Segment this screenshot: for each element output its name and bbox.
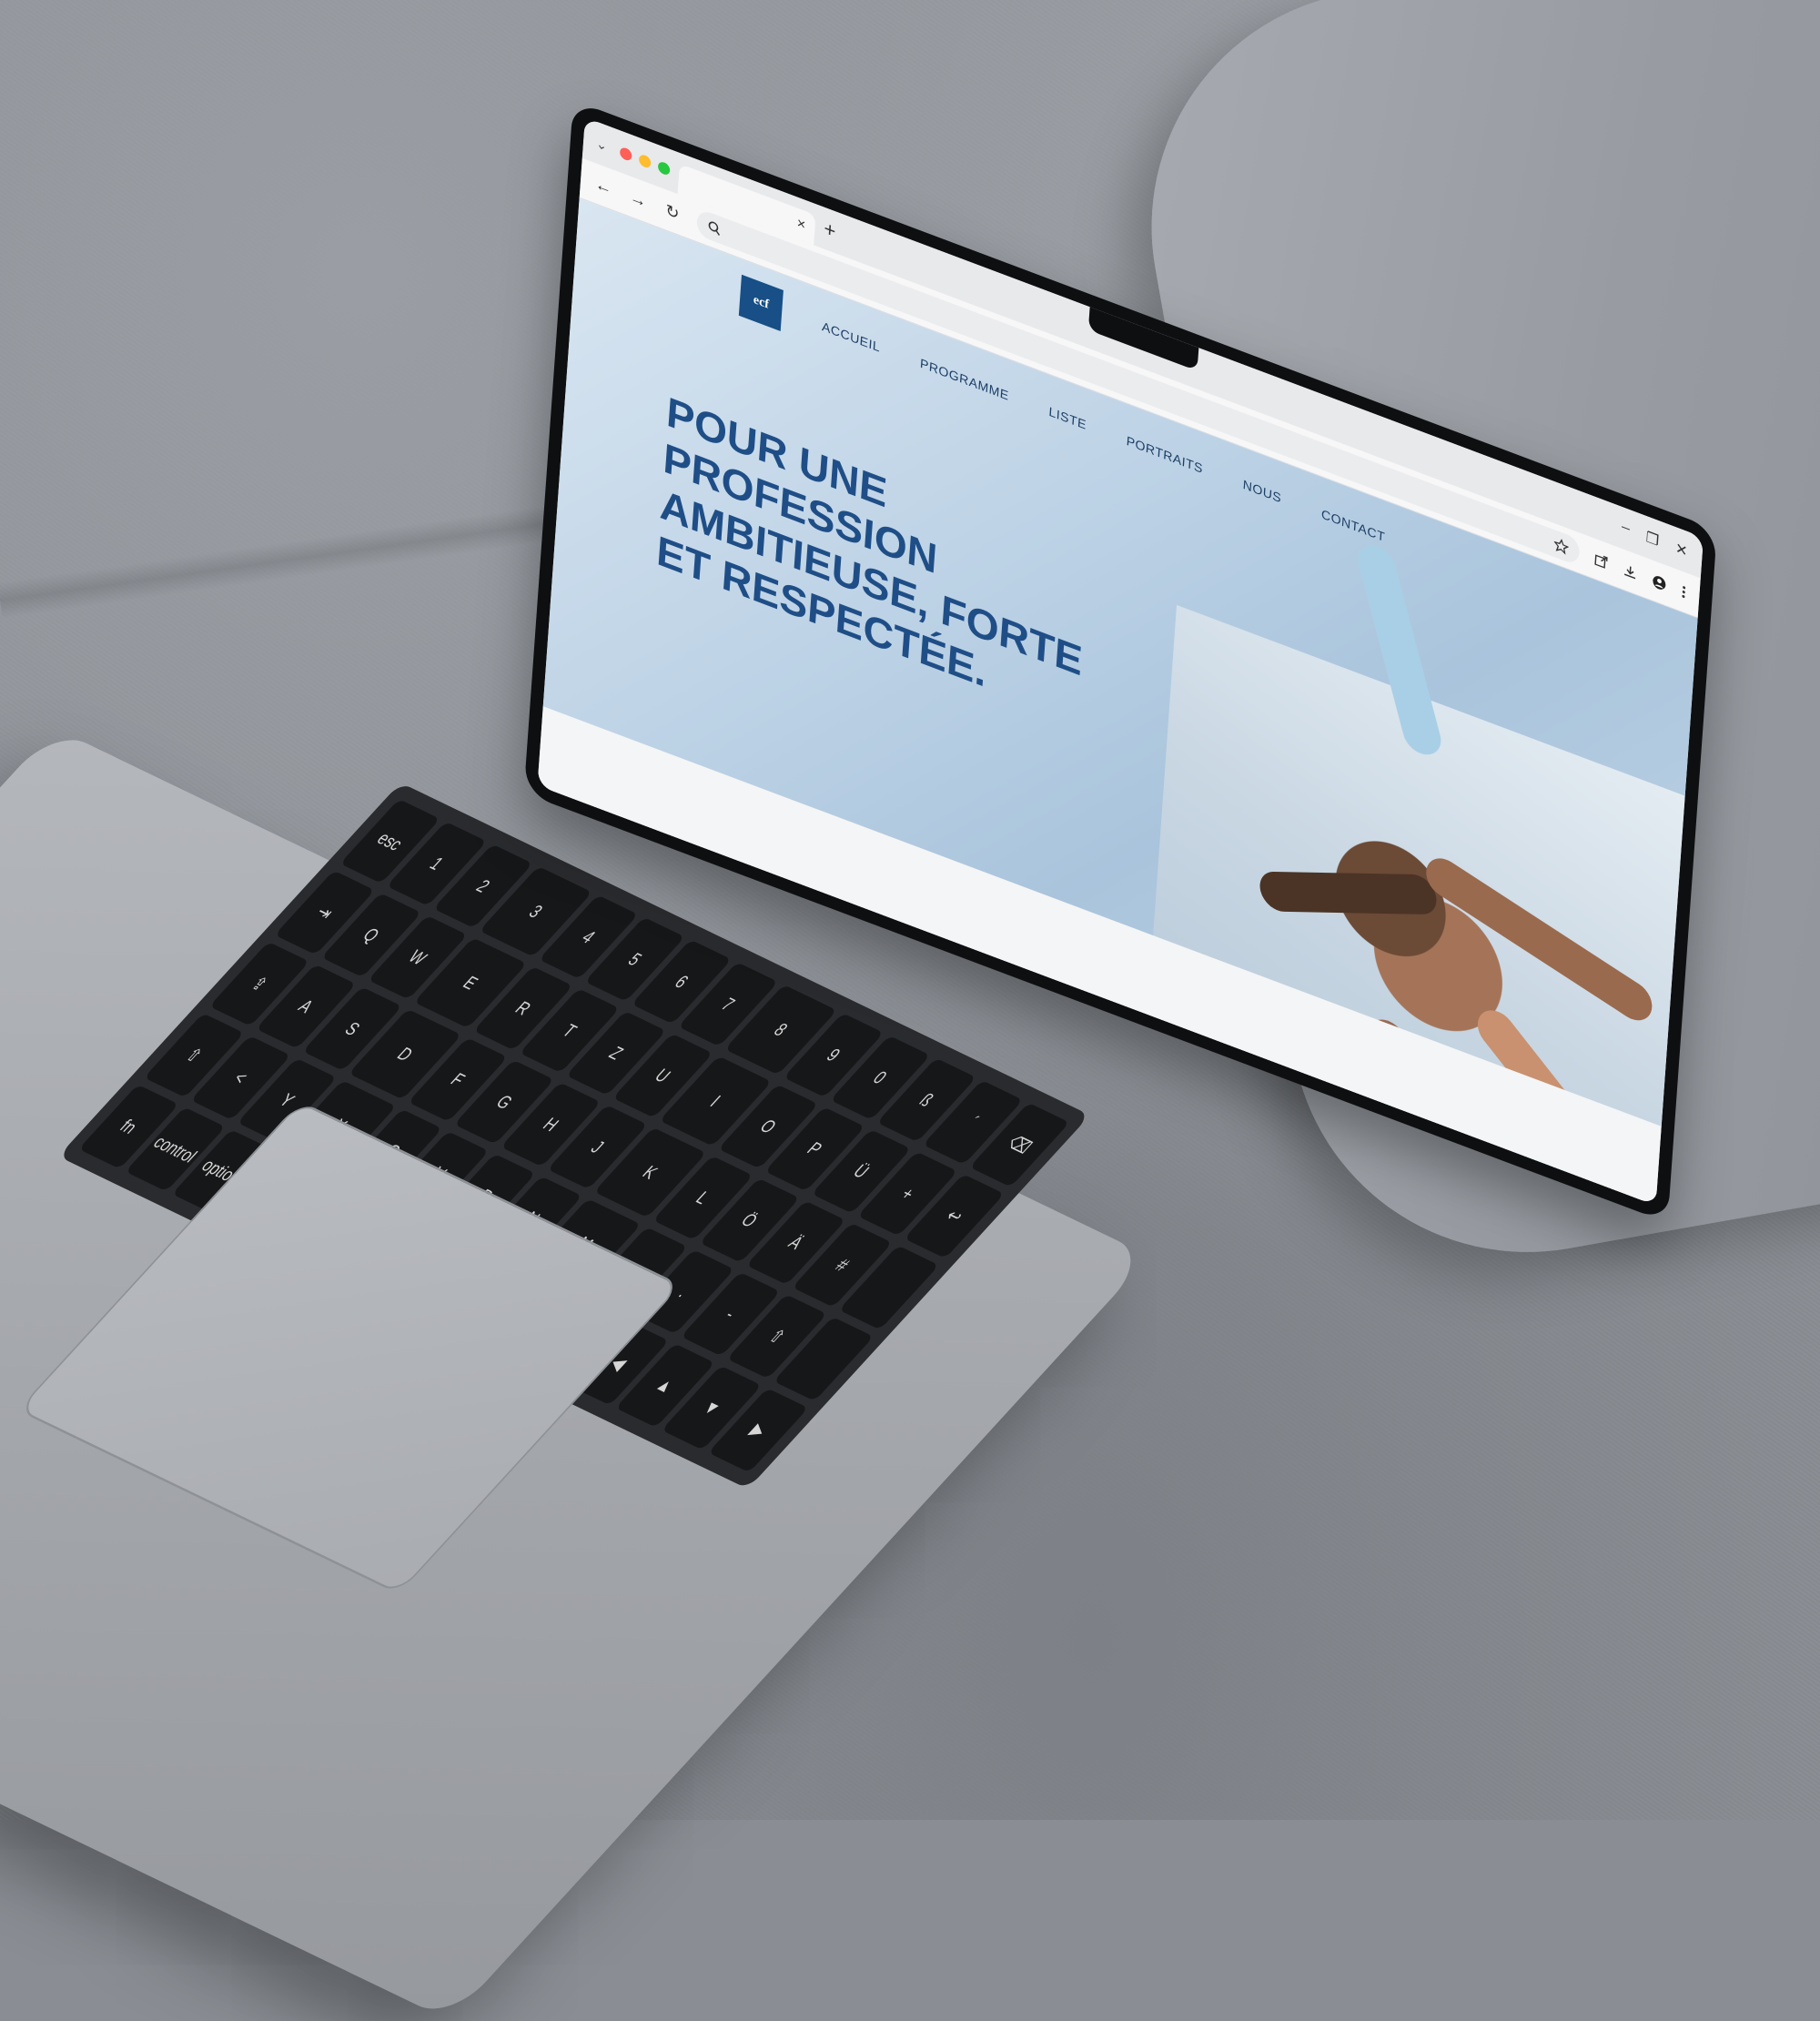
menu-kebab-icon[interactable] (1681, 584, 1687, 601)
nav-portraits[interactable]: PORTRAITS (1126, 433, 1203, 476)
photo-arm (1421, 850, 1658, 1028)
forward-icon[interactable]: → (627, 187, 648, 213)
new-tab-button[interactable]: + (824, 217, 837, 244)
close-window-dot[interactable] (619, 145, 632, 162)
site-logo[interactable]: ecf (738, 274, 784, 331)
profile-icon[interactable] (1652, 573, 1667, 593)
minimize-icon[interactable]: – (1621, 519, 1630, 540)
reload-icon[interactable]: ↻ (662, 199, 682, 226)
nav-programme[interactable]: PROGRAMME (920, 356, 1010, 403)
close-icon[interactable]: ✕ (1674, 539, 1688, 561)
back-icon[interactable]: ← (592, 173, 613, 199)
download-icon[interactable] (1623, 562, 1638, 582)
nav-liste[interactable]: LISTE (1048, 404, 1087, 432)
nav-contact[interactable]: CONTACT (1321, 506, 1386, 544)
bookmark-star-icon[interactable] (1553, 536, 1570, 556)
nav-nous[interactable]: NOUS (1242, 477, 1281, 506)
traffic-lights (619, 145, 671, 177)
tab-close-icon[interactable]: × (796, 216, 806, 235)
nav-accueil[interactable]: ACCUEIL (822, 318, 881, 355)
zoom-window-dot[interactable] (657, 159, 671, 177)
photo-arm (1255, 871, 1441, 915)
search-icon (708, 221, 721, 236)
share-icon[interactable] (1593, 551, 1609, 571)
minimize-window-dot[interactable] (638, 152, 652, 169)
tab-list-button[interactable]: ⌄ (596, 135, 608, 154)
restore-icon[interactable]: ❐ (1645, 528, 1660, 551)
